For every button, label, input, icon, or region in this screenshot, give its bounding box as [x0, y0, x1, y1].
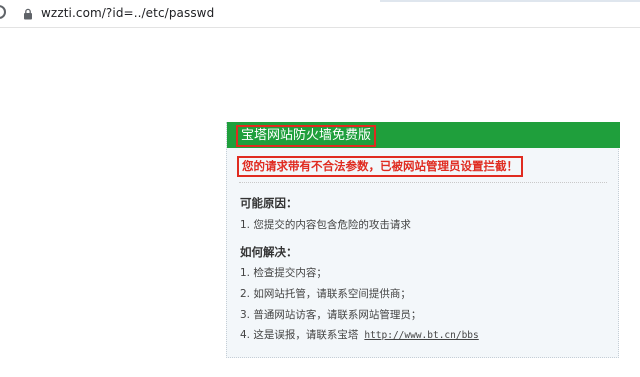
- solution-item-text: 4. 这是误报，请联系宝塔: [240, 329, 359, 341]
- lock-icon[interactable]: [22, 8, 34, 20]
- solution-item: 1. 检查提交内容；: [240, 267, 327, 279]
- firewall-panel: 宝塔网站防火墙免费版 您的请求带有不合法参数，已被网站管理员设置拦截！ 可能原因…: [226, 122, 620, 358]
- url-text[interactable]: wzzti.com/?id=../etc/passwd: [41, 6, 214, 20]
- reload-icon[interactable]: [0, 5, 6, 19]
- block-alert-message: 您的请求带有不合法参数，已被网站管理员设置拦截！: [237, 156, 523, 177]
- solution-item: 3. 普通网站访客，请联系网站管理员；: [240, 309, 422, 321]
- solutions-heading: 如何解决：: [240, 245, 298, 259]
- reason-item: 1. 您提交的内容包含危险的攻击请求: [240, 219, 411, 231]
- address-bar-accent: [380, 0, 640, 2]
- contact-link[interactable]: http://www.bt.cn/bbs: [364, 330, 478, 341]
- divider: [239, 182, 607, 183]
- panel-title: 宝塔网站防火墙免费版: [236, 125, 377, 147]
- solution-item: 2. 如网站托管，请联系空间提供商；: [240, 288, 411, 300]
- reasons-heading: 可能原因：: [240, 196, 298, 210]
- panel-header: 宝塔网站防火墙免费版: [227, 122, 620, 148]
- solution-item: 4. 这是误报，请联系宝塔 http://www.bt.cn/bbs: [240, 327, 479, 342]
- address-bar[interactable]: wzzti.com/?id=../etc/passwd: [0, 0, 640, 28]
